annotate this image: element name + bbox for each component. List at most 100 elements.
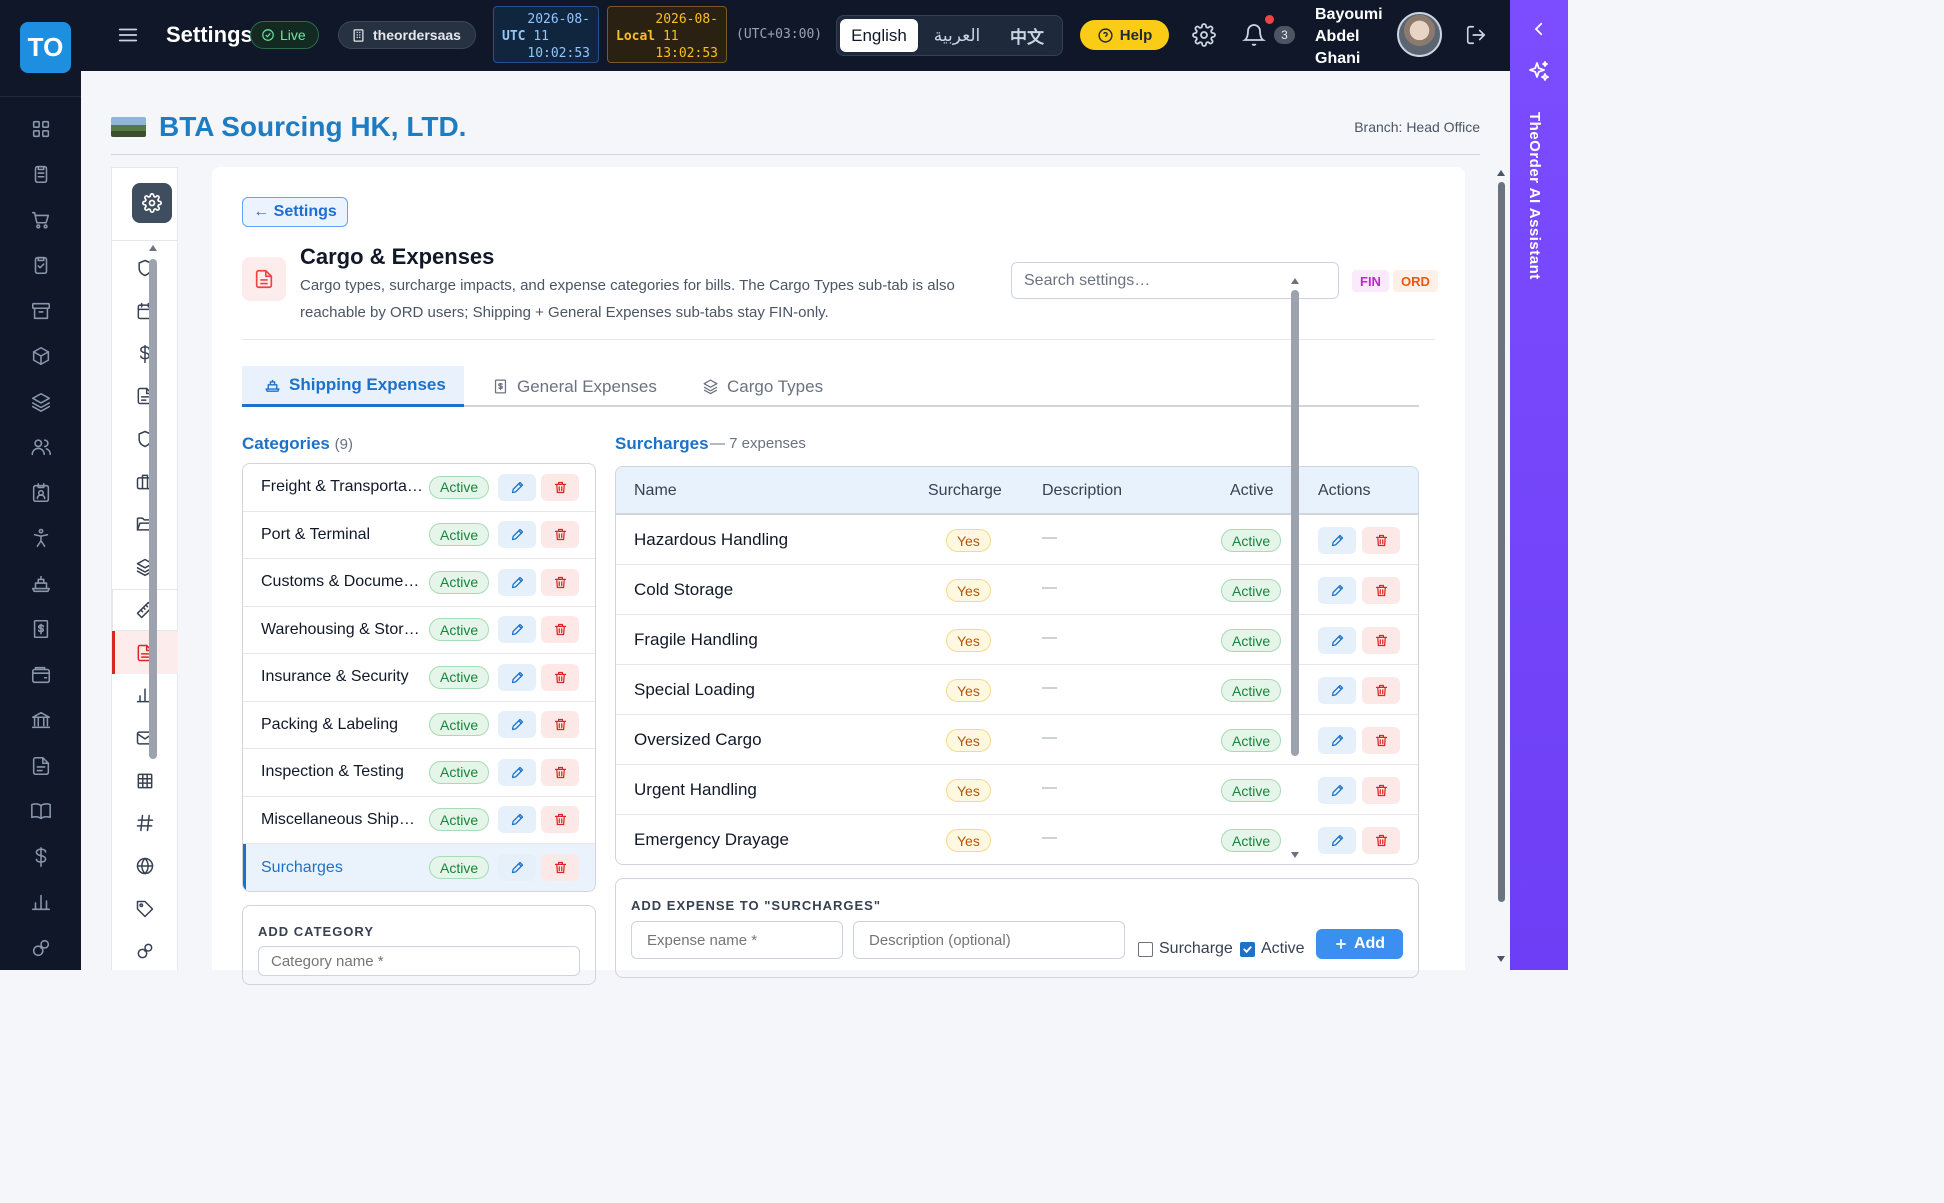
- delete-category-button[interactable]: [541, 663, 579, 691]
- settings-nav-globe[interactable]: [112, 845, 178, 888]
- dollar-icon[interactable]: [0, 834, 81, 880]
- help-button[interactable]: Help: [1080, 20, 1169, 50]
- chevron-left-icon[interactable]: [1530, 20, 1548, 38]
- wallet-icon[interactable]: [0, 652, 81, 698]
- ai-assistant-panel[interactable]: TheOrder AI Assistant: [1510, 0, 1568, 970]
- edit-category-button[interactable]: [498, 473, 536, 501]
- delete-category-button[interactable]: [541, 473, 579, 501]
- delete-expense-button[interactable]: [1362, 527, 1400, 554]
- lang-chinese[interactable]: 中文: [996, 19, 1058, 52]
- active-checkbox[interactable]: Active: [1240, 940, 1305, 958]
- checkbox-box[interactable]: [1138, 941, 1153, 957]
- gear-icon[interactable]: [1192, 23, 1216, 47]
- delete-category-button[interactable]: [541, 854, 579, 882]
- scroll-up-arrow[interactable]: [1291, 278, 1299, 284]
- edit-category-button[interactable]: [498, 806, 536, 834]
- settings-nav-network[interactable]: [112, 930, 178, 973]
- search-input[interactable]: [1011, 262, 1339, 299]
- layers-icon[interactable]: [0, 379, 81, 425]
- id-badge-icon[interactable]: [0, 470, 81, 516]
- settings-nav-folder-open[interactable]: [112, 503, 178, 546]
- category-row[interactable]: Warehousing & Storage Active: [243, 607, 595, 654]
- back-to-settings-button[interactable]: ← Settings: [242, 197, 348, 227]
- category-row[interactable]: Port & Terminal Active: [243, 512, 595, 559]
- edit-expense-button[interactable]: [1318, 677, 1356, 704]
- settings-nav-shield[interactable]: [112, 247, 178, 290]
- delete-category-button[interactable]: [541, 711, 579, 739]
- menu-icon[interactable]: [117, 24, 139, 46]
- settings-nav-grid[interactable]: [112, 759, 178, 802]
- clipboard-icon[interactable]: [0, 152, 81, 198]
- edit-category-button[interactable]: [498, 568, 536, 596]
- scroll-thumb[interactable]: [1291, 290, 1299, 756]
- category-row[interactable]: Inspection & Testing Active: [243, 749, 595, 797]
- edit-expense-button[interactable]: [1318, 627, 1356, 654]
- delete-category-button[interactable]: [541, 758, 579, 786]
- users-icon[interactable]: [0, 425, 81, 471]
- edit-category-button[interactable]: [498, 521, 536, 549]
- settings-nav-layers[interactable]: [112, 546, 178, 589]
- scroll-down-arrow[interactable]: [1497, 956, 1505, 962]
- category-row[interactable]: Miscellaneous Shipping Active: [243, 797, 595, 844]
- delete-category-button[interactable]: [541, 521, 579, 549]
- app-logo[interactable]: TO: [20, 22, 71, 73]
- edit-expense-button[interactable]: [1318, 577, 1356, 604]
- tab-shipping-expenses[interactable]: Shipping Expenses: [242, 366, 464, 407]
- lang-arabic[interactable]: العربية: [918, 19, 996, 52]
- settings-nav-mail[interactable]: [112, 717, 178, 760]
- bar-chart-icon[interactable]: [0, 880, 81, 926]
- sidenav-scrollbar[interactable]: [149, 245, 157, 767]
- settings-nav-file-text[interactable]: [112, 631, 178, 674]
- delete-category-button[interactable]: [541, 616, 579, 644]
- avatar[interactable]: [1397, 12, 1442, 57]
- category-name-input[interactable]: [258, 946, 580, 976]
- settings-home-button[interactable]: [132, 183, 172, 223]
- scroll-thumb[interactable]: [149, 259, 157, 759]
- add-expense-button[interactable]: Add: [1316, 929, 1403, 959]
- delete-expense-button[interactable]: [1362, 827, 1400, 854]
- edit-expense-button[interactable]: [1318, 527, 1356, 554]
- archive-icon[interactable]: [0, 288, 81, 334]
- bell-icon[interactable]: [1242, 23, 1266, 47]
- col-name[interactable]: Name: [634, 482, 677, 500]
- category-row[interactable]: Insurance & Security Active: [243, 654, 595, 702]
- logout-icon[interactable]: [1465, 24, 1487, 46]
- tenant-selector[interactable]: theordersaas: [338, 21, 476, 49]
- book-icon[interactable]: [0, 789, 81, 835]
- delete-expense-button[interactable]: [1362, 677, 1400, 704]
- category-row[interactable]: Freight & Transportation Active: [243, 464, 595, 512]
- network-icon[interactable]: [0, 925, 81, 971]
- receipt-icon[interactable]: [0, 607, 81, 653]
- ship-icon[interactable]: [0, 561, 81, 607]
- checkbox-box[interactable]: [1240, 941, 1255, 957]
- edit-category-button[interactable]: [498, 663, 536, 691]
- edit-expense-button[interactable]: [1318, 727, 1356, 754]
- scroll-up-arrow[interactable]: [149, 245, 157, 251]
- edit-expense-button[interactable]: [1318, 777, 1356, 804]
- tab-cargo-types[interactable]: Cargo Types: [702, 366, 823, 407]
- settings-nav-tag[interactable]: [112, 887, 178, 930]
- col-surcharge[interactable]: Surcharge: [928, 482, 1002, 500]
- lang-english[interactable]: English: [840, 19, 918, 52]
- edit-expense-button[interactable]: [1318, 827, 1356, 854]
- expense-name-input[interactable]: [631, 921, 843, 959]
- settings-nav-calendar[interactable]: [112, 290, 178, 333]
- scroll-thumb[interactable]: [1498, 182, 1505, 902]
- edit-category-button[interactable]: [498, 616, 536, 644]
- settings-nav-document[interactable]: [112, 375, 178, 418]
- settings-nav-dollar[interactable]: [112, 332, 178, 375]
- settings-nav-briefcase[interactable]: [112, 460, 178, 503]
- bank-icon[interactable]: [0, 698, 81, 744]
- settings-nav-bar-chart[interactable]: [112, 674, 178, 717]
- settings-nav-ruler[interactable]: [112, 588, 178, 632]
- cart-icon[interactable]: [0, 197, 81, 243]
- user-name[interactable]: Bayoumi Abdel Ghani: [1315, 4, 1395, 70]
- settings-nav-shield[interactable]: [112, 418, 178, 461]
- scroll-down-arrow[interactable]: [1291, 852, 1299, 858]
- accessibility-icon[interactable]: [0, 516, 81, 562]
- expense-description-input[interactable]: [853, 921, 1125, 959]
- dashboard-icon[interactable]: [0, 106, 81, 152]
- delete-expense-button[interactable]: [1362, 577, 1400, 604]
- content-scrollbar[interactable]: [1291, 278, 1299, 858]
- checklist-icon[interactable]: [0, 243, 81, 289]
